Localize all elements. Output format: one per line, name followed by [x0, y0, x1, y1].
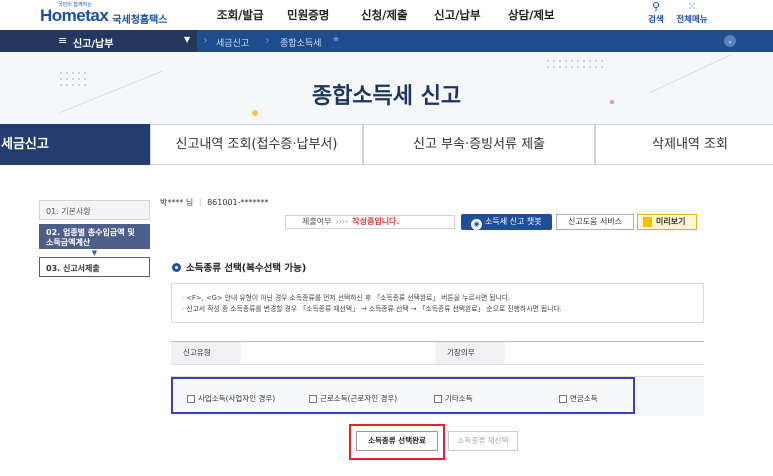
tab-attachments[interactable]: 신고 부속·증빙서류 제출: [363, 124, 595, 165]
menu-item-certificate[interactable]: 민원증명: [287, 7, 329, 23]
option-label: 연금소득: [570, 394, 598, 403]
reselect-button[interactable]: 소득종류 재선택: [448, 431, 518, 451]
step-submission[interactable]: 03. 신고서제출: [39, 257, 150, 277]
breadcrumb-item-income-tax[interactable]: 종합소득세: [280, 36, 321, 49]
tab-filing-history[interactable]: 신고내역 조회(접수증·납부서): [150, 124, 363, 165]
step-navigation: 01. 기본사항 02. 업종별 총수입금액 및 소득금액계산 ▼ 03. 신고…: [39, 200, 150, 277]
complete-selection-button[interactable]: 소득종류 선택완료: [356, 431, 438, 451]
decor-dots: [545, 58, 605, 72]
chatbot-label: 소득세 신고 챗봇: [485, 217, 542, 226]
tab-tax-filing[interactable]: 세금신고: [0, 124, 150, 165]
income-type-options: 사업소득(사업자인 경우) 근로소득(근로자인 경우) 기타소득 연금소득: [171, 377, 635, 414]
notice-line: · 신고서 작성 중 소득종류를 변경할 경우 「소득종류 재선택」 → 소득종…: [182, 305, 562, 313]
option-business-income[interactable]: 사업소득(사업자인 경우): [187, 393, 275, 404]
step-arrow-icon: ▼: [91, 249, 98, 257]
caret-down-icon: ▼: [184, 35, 191, 44]
user-id: 861001-*******: [207, 198, 269, 207]
section-label: 신고/납부: [73, 39, 114, 50]
chevron-right-icon: ›: [203, 33, 208, 47]
preview-button[interactable]: 미리보기: [637, 214, 697, 230]
search-icon: ⚲: [651, 0, 661, 13]
grid-menu-icon: ⁙: [687, 0, 697, 13]
user-suffix: 님: [185, 198, 194, 207]
menu-item-inquiry[interactable]: 조회/발급: [217, 7, 264, 23]
tab-deletion-history[interactable]: 삭제내역 조회: [595, 124, 773, 165]
option-label: 근로소득(근로자인 경우): [320, 394, 398, 403]
menu-item-application[interactable]: 신청/제출: [361, 7, 408, 23]
step-income-calculation[interactable]: 02. 업종별 총수입금액 및 소득금액계산: [39, 224, 150, 249]
option-pension-income[interactable]: 연금소득: [559, 393, 598, 404]
option-other-income[interactable]: 기타소득: [434, 393, 473, 404]
section-selector[interactable]: ≡ 신고/납부 ▼: [0, 30, 197, 52]
checkbox[interactable]: [309, 394, 317, 403]
grid-header-bookkeeping: 기장의무: [435, 342, 505, 364]
menu-item-consult[interactable]: 상담/제보: [508, 7, 555, 23]
status-badge: 작성중입니다.: [352, 217, 400, 226]
checkbox[interactable]: [187, 394, 195, 403]
option-earned-income[interactable]: 근로소득(근로자인 경우): [309, 393, 397, 404]
status-label: 제출여부: [302, 217, 332, 226]
top-navigation: 국민이 함께하는 Hometax 국세청홈택스 조회/발급 민원증명 신청/제출…: [0, 0, 773, 30]
full-menu-label: 전체메뉴: [676, 15, 708, 25]
full-menu-button[interactable]: ⁙ 전체메뉴: [674, 0, 710, 26]
search-label: 검색: [648, 15, 664, 25]
section-title: 소득종류 선택(복수선택 가능): [172, 260, 306, 274]
hamburger-icon: ≡: [58, 34, 68, 47]
menu-item-filing[interactable]: 신고/납부: [434, 7, 481, 23]
tab-bar: 세금신고 신고내역 조회(접수증·납부서) 신고 부속·증빙서류 제출 삭제내역…: [0, 124, 773, 165]
option-label: 사업소득(사업자인 경우): [198, 394, 276, 403]
breadcrumb: ≡ 신고/납부 ▼ › 세금신고 › 종합소득세 ★ ⌄: [0, 30, 773, 52]
search-button[interactable]: ⚲ 검색: [638, 0, 674, 26]
grid-header-filing-type: 신고유형: [171, 342, 241, 364]
page-title: 종합소득세 신고: [311, 84, 462, 109]
submission-status: 제출여부 ›››› 작성중입니다.: [285, 215, 455, 229]
option-label: 기타소득: [445, 394, 473, 403]
decor-dot: [252, 110, 258, 116]
checkbox[interactable]: [559, 394, 567, 403]
user-name: 박****: [160, 198, 184, 207]
chevron-right-icon: ›: [265, 33, 270, 47]
checkbox[interactable]: [434, 394, 442, 403]
notice-box: · <F>, <G> 안내 유형이 아닌 경우 소득종류를 먼저 선택하신 후 …: [171, 283, 704, 323]
star-icon[interactable]: ★: [332, 35, 340, 45]
section-title-text: 소득종류 선택(복수선택 가능): [186, 263, 307, 274]
chatbot-icon: ◉: [471, 219, 482, 230]
chevron-down-icon[interactable]: ⌄: [724, 35, 736, 47]
page-header: 종합소득세 신고: [0, 52, 773, 124]
chatbot-button[interactable]: ◉ 소득세 신고 챗봇: [461, 214, 552, 230]
step-basic-info[interactable]: 01. 기본사항: [39, 200, 150, 220]
filing-help-button[interactable]: 신고도움 서비스: [556, 214, 634, 230]
status-arrows: ››››: [335, 217, 349, 226]
preview-label: 미리보기: [656, 217, 686, 226]
notice-line: · <F>, <G> 안내 유형이 아닌 경우 소득종류를 먼저 선택하신 후 …: [182, 294, 511, 302]
user-info: 박**** 님 | 861001-*******: [160, 198, 269, 207]
breadcrumb-item-tax-filing[interactable]: 세금신고: [216, 36, 249, 49]
document-icon: [643, 217, 652, 227]
grid-row: [171, 364, 704, 376]
bullet-icon: [172, 263, 181, 272]
